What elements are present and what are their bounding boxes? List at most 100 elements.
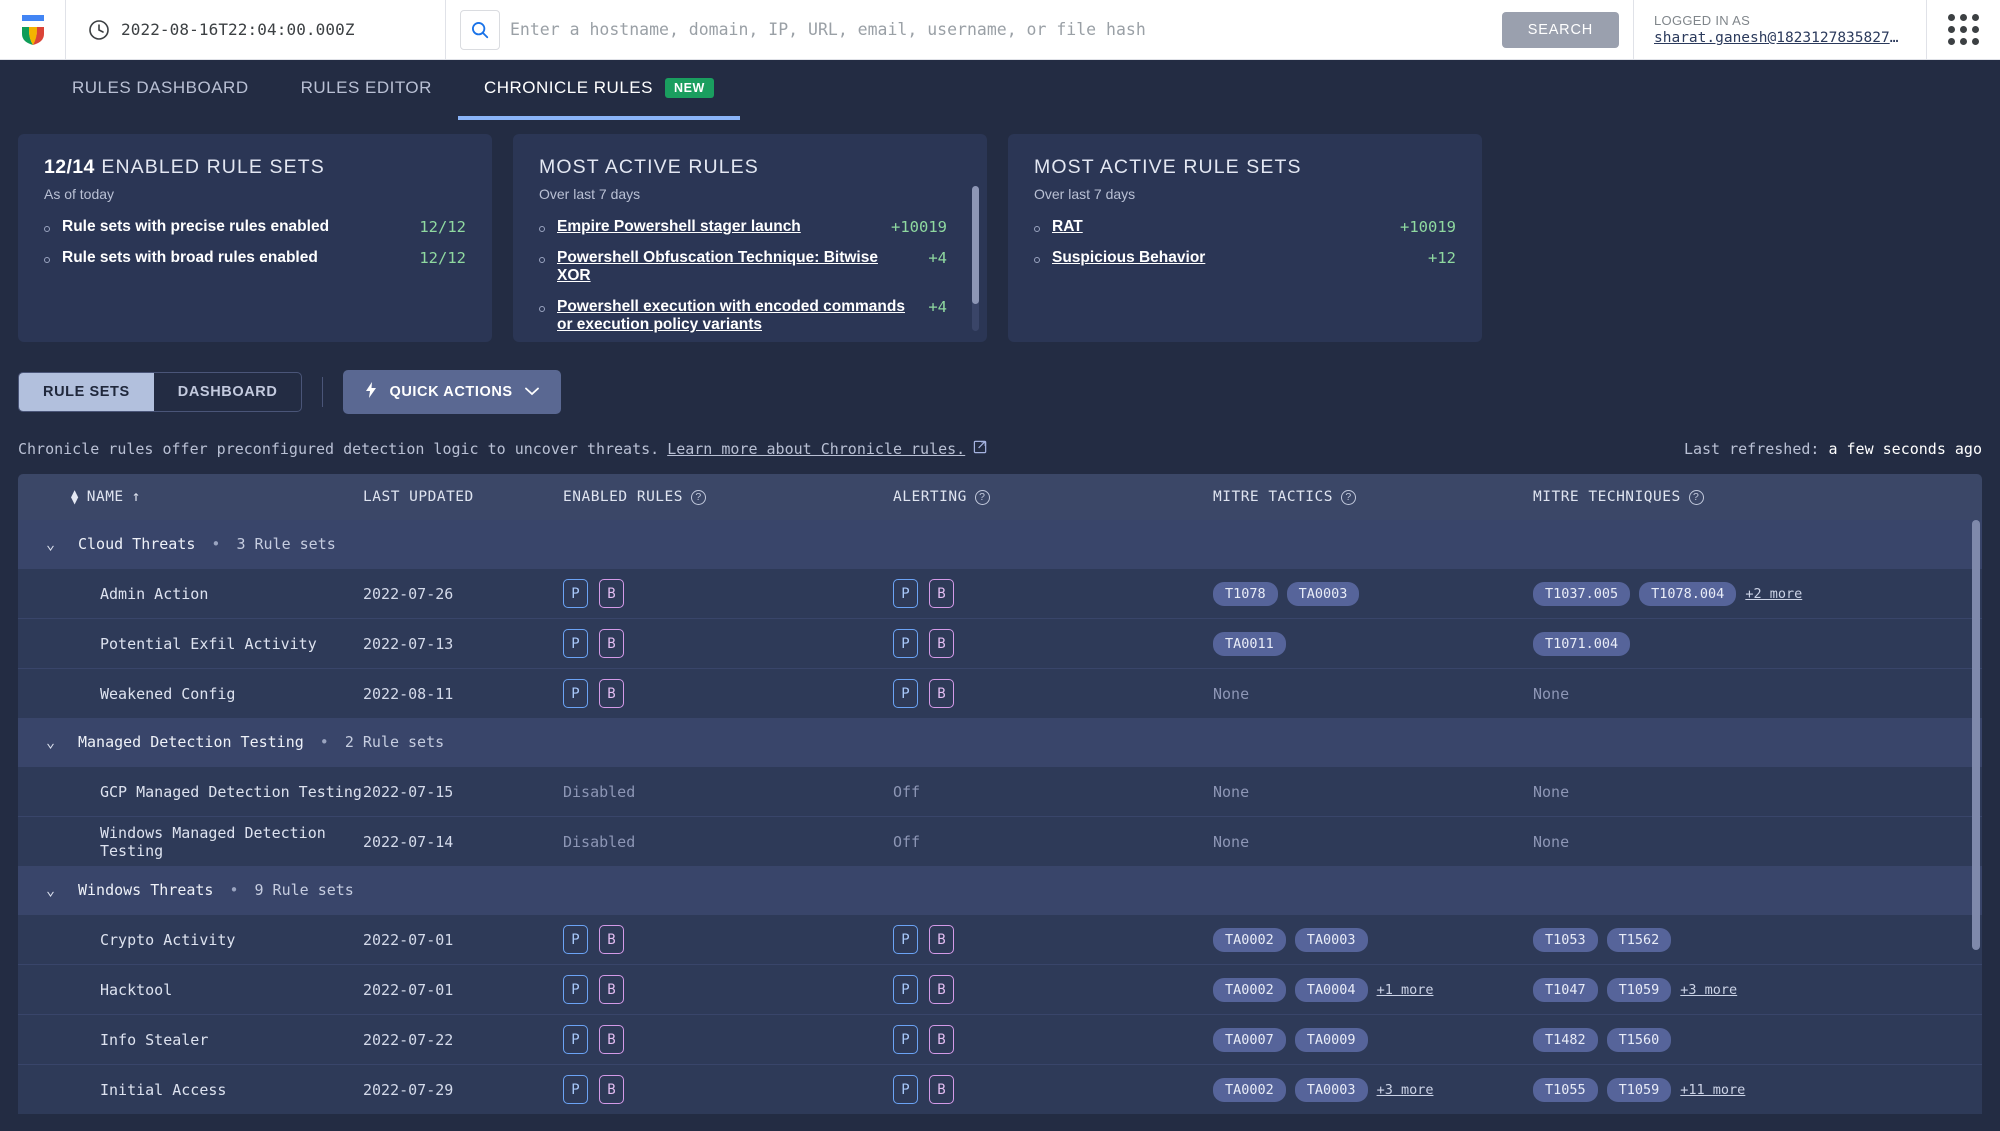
rule-link[interactable]: Powershell execution with encoded comman… xyxy=(557,298,906,334)
table-row[interactable]: Potential Exfil Activity 2022-07-13 PB P… xyxy=(18,618,1982,668)
table-row[interactable]: GCP Managed Detection Testing 2022-07-15… xyxy=(18,766,1982,816)
precise-rules-badge[interactable]: P xyxy=(893,925,918,954)
mitre-chip[interactable]: T1482 xyxy=(1533,1027,1598,1052)
broad-rules-badge[interactable]: B xyxy=(929,925,954,954)
tab-rules-dashboard[interactable]: RULES DASHBOARD xyxy=(46,60,275,120)
column-header-mitre-tactics[interactable]: MITRE TACTICS ? xyxy=(1213,489,1533,505)
mitre-chip[interactable]: TA0002 xyxy=(1213,1077,1286,1102)
learn-more-link[interactable]: Learn more about Chronicle rules. xyxy=(667,440,965,458)
rule-set-link[interactable]: RAT xyxy=(1052,218,1378,236)
precise-rules-badge[interactable]: P xyxy=(563,975,588,1004)
rule-set-link[interactable]: Suspicious Behavior xyxy=(1052,249,1406,267)
mitre-chip[interactable]: T1059 xyxy=(1606,1077,1672,1102)
search-button[interactable]: SEARCH xyxy=(1501,11,1619,48)
rule-set-name[interactable]: Admin Action xyxy=(18,585,363,603)
search-input[interactable] xyxy=(510,20,1492,39)
precise-rules-badge[interactable]: P xyxy=(893,579,918,608)
broad-rules-badge[interactable]: B xyxy=(599,629,624,658)
help-icon[interactable]: ? xyxy=(1341,489,1356,505)
chevron-down-icon[interactable]: ⌄ xyxy=(46,881,62,899)
broad-rules-badge[interactable]: B xyxy=(599,1025,624,1054)
rule-set-name[interactable]: Initial Access xyxy=(18,1081,363,1099)
mitre-chip[interactable]: T1562 xyxy=(1606,927,1672,952)
rule-link[interactable]: Powershell Obfuscation Technique: Bitwis… xyxy=(557,249,906,285)
rule-set-name[interactable]: Hacktool xyxy=(18,981,363,999)
help-icon[interactable]: ? xyxy=(974,489,990,505)
rule-set-name[interactable]: Crypto Activity xyxy=(18,931,363,949)
expand-collapse-all-icon[interactable]: ▲ ▼ xyxy=(71,487,79,506)
broad-rules-badge[interactable]: B xyxy=(929,1025,954,1054)
mitre-chip[interactable]: TA0003 xyxy=(1286,581,1360,606)
column-header-name[interactable]: ▲ ▼ NAME ↑ xyxy=(18,487,363,506)
more-link[interactable]: +2 more xyxy=(1745,586,1802,602)
rule-set-name[interactable]: Potential Exfil Activity xyxy=(18,635,363,653)
table-row[interactable]: Windows Managed Detection Testing 2022-0… xyxy=(18,816,1982,866)
help-icon[interactable]: ? xyxy=(691,489,706,505)
mitre-chip[interactable]: T1059 xyxy=(1606,977,1672,1002)
mitre-chip[interactable]: TA0003 xyxy=(1294,1077,1368,1102)
broad-rules-badge[interactable]: B xyxy=(599,679,624,708)
tab-chronicle-rules[interactable]: CHRONICLE RULES NEW xyxy=(457,60,740,120)
external-link-icon[interactable] xyxy=(973,439,988,458)
broad-rules-badge[interactable]: B xyxy=(929,679,954,708)
broad-rules-badge[interactable]: B xyxy=(599,925,624,954)
mitre-chip[interactable]: TA0009 xyxy=(1294,1027,1368,1052)
logo-cell[interactable] xyxy=(0,0,66,59)
broad-rules-badge[interactable]: B xyxy=(929,975,954,1004)
mitre-chip[interactable]: T1037.005 xyxy=(1533,581,1631,606)
logged-in-user[interactable]: sharat.ganesh@1823127835827.… xyxy=(1654,30,1906,46)
mitre-chip[interactable]: T1071.004 xyxy=(1533,631,1631,656)
precise-rules-badge[interactable]: P xyxy=(893,629,918,658)
table-row[interactable]: Hacktool 2022-07-01 PB PB TA0002 TA0004 +1… xyxy=(18,964,1982,1014)
mitre-chip[interactable]: T1078 xyxy=(1213,581,1278,606)
help-icon[interactable]: ? xyxy=(1688,489,1704,505)
segment-rule-sets[interactable]: RULE SETS xyxy=(19,373,154,411)
card-scrollbar-thumb[interactable] xyxy=(972,186,979,304)
mitre-chip[interactable]: TA0002 xyxy=(1213,977,1286,1002)
table-row[interactable]: Weakened Config 2022-08-11 PB PB None No… xyxy=(18,668,1982,718)
broad-rules-badge[interactable]: B xyxy=(599,579,624,608)
table-group-row[interactable]: ⌄ Cloud Threats • 3 Rule sets xyxy=(18,520,1982,568)
precise-rules-badge[interactable]: P xyxy=(563,1075,588,1104)
precise-rules-badge[interactable]: P xyxy=(563,679,588,708)
quick-actions-button[interactable]: QUICK ACTIONS xyxy=(343,370,561,414)
precise-rules-badge[interactable]: P xyxy=(563,925,588,954)
precise-rules-badge[interactable]: P xyxy=(563,1025,588,1054)
broad-rules-badge[interactable]: B xyxy=(929,629,954,658)
mitre-chip[interactable]: TA0002 xyxy=(1213,927,1286,952)
table-row[interactable]: Info Stealer 2022-07-22 PB PB TA0007 TA00… xyxy=(18,1014,1982,1064)
mitre-chip[interactable]: T1055 xyxy=(1533,1077,1598,1102)
table-row[interactable]: Admin Action 2022-07-26 PB PB T1078 TA000… xyxy=(18,568,1982,618)
chevron-down-icon[interactable]: ⌄ xyxy=(46,535,62,553)
rule-set-name[interactable]: Info Stealer xyxy=(18,1031,363,1049)
search-icon[interactable] xyxy=(460,9,500,50)
table-scrollbar-thumb[interactable] xyxy=(1972,520,1980,950)
broad-rules-badge[interactable]: B xyxy=(599,975,624,1004)
timestamp-selector[interactable]: 2022-08-16T22:04:00.000Z xyxy=(66,0,446,59)
mitre-chip[interactable]: TA0003 xyxy=(1294,927,1368,952)
broad-rules-badge[interactable]: B xyxy=(599,1075,624,1104)
rule-set-name[interactable]: GCP Managed Detection Testing xyxy=(18,783,363,801)
column-header-last-updated[interactable]: LAST UPDATED xyxy=(363,489,563,505)
rule-set-name[interactable]: Weakened Config xyxy=(18,685,363,703)
rule-set-name[interactable]: Windows Managed Detection Testing xyxy=(18,824,363,860)
table-row[interactable]: Initial Access 2022-07-29 PB PB TA0002 TA… xyxy=(18,1064,1982,1114)
table-row[interactable]: Crypto Activity 2022-07-01 PB PB TA0002 T… xyxy=(18,914,1982,964)
precise-rules-badge[interactable]: P xyxy=(893,679,918,708)
chevron-down-icon[interactable]: ⌄ xyxy=(46,733,62,751)
most-active-rules-scroll[interactable]: Empire Powershell stager launch +10019 P… xyxy=(539,218,973,342)
precise-rules-badge[interactable]: P xyxy=(893,1075,918,1104)
mitre-chip[interactable]: T1560 xyxy=(1606,1027,1672,1052)
more-link[interactable]: +11 more xyxy=(1680,1082,1745,1098)
apps-grid-icon[interactable] xyxy=(1926,0,2000,59)
table-group-row[interactable]: ⌄ Managed Detection Testing • 2 Rule set… xyxy=(18,718,1982,766)
card-scrollbar[interactable] xyxy=(972,186,979,331)
rule-link[interactable]: Empire Powershell stager launch xyxy=(557,218,869,236)
broad-rules-badge[interactable]: B xyxy=(929,1075,954,1104)
sort-ascending-icon[interactable]: ↑ xyxy=(132,489,141,505)
more-link[interactable]: +3 more xyxy=(1680,982,1737,998)
mitre-chip[interactable]: T1053 xyxy=(1533,927,1598,952)
mitre-chip[interactable]: T1047 xyxy=(1533,977,1598,1002)
more-link[interactable]: +1 more xyxy=(1377,982,1434,998)
precise-rules-badge[interactable]: P xyxy=(893,1025,918,1054)
